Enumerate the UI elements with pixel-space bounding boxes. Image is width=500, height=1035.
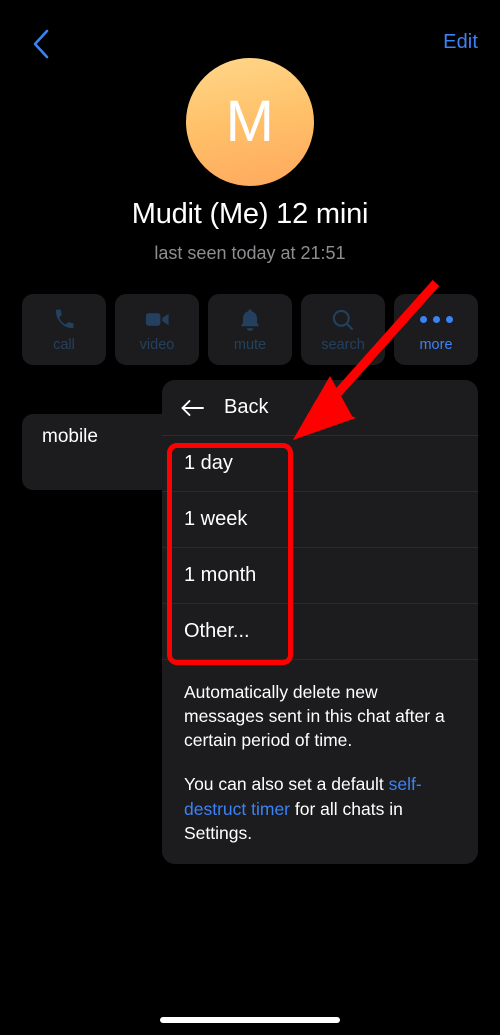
edit-button[interactable]: Edit — [443, 32, 478, 52]
last-seen-status: last seen today at 21:51 — [154, 243, 346, 263]
video-button[interactable]: video — [115, 294, 199, 365]
contact-info-label: mobile — [42, 426, 98, 447]
phone-icon — [53, 307, 76, 333]
page-title: Mudit (Me) 12 mini — [131, 198, 369, 230]
chevron-left-icon — [32, 29, 49, 59]
call-button-label: call — [53, 336, 75, 353]
search-button-label: search — [321, 336, 365, 353]
popup-description: Automatically delete new messages sent i… — [162, 660, 478, 845]
menu-item-other[interactable]: Other... — [162, 604, 478, 660]
menu-item-label: 1 week — [184, 508, 248, 530]
menu-item-1-day[interactable]: 1 day — [162, 436, 478, 492]
popup-back-row[interactable]: Back — [162, 380, 478, 436]
popup-back-label: Back — [224, 396, 269, 418]
navigation-bar: Edit — [0, 0, 500, 64]
search-button[interactable]: search — [301, 294, 385, 365]
mute-button-label: mute — [233, 336, 267, 353]
call-button[interactable]: call — [22, 294, 106, 365]
bell-icon — [239, 307, 261, 333]
menu-item-label: Other... — [184, 620, 250, 642]
more-button-label: more — [419, 336, 453, 353]
arrow-left-icon — [180, 395, 206, 421]
menu-item-1-week[interactable]: 1 week — [162, 492, 478, 548]
description-text-pre: You can also set a default — [184, 774, 389, 795]
menu-item-1-month[interactable]: 1 month — [162, 548, 478, 604]
avatar-initial: M — [225, 89, 275, 154]
menu-item-label: 1 day — [184, 452, 233, 474]
menu-item-label: 1 month — [184, 564, 257, 586]
action-button-row: call video mute search more — [22, 294, 478, 365]
description-paragraph-1: Automatically delete new messages sent i… — [184, 682, 445, 751]
mute-button[interactable]: mute — [208, 294, 292, 365]
avatar[interactable]: M — [186, 58, 314, 186]
video-camera-icon — [145, 307, 170, 333]
more-button[interactable]: more — [394, 294, 478, 365]
description-paragraph-2: You can also set a default self-destruct… — [184, 772, 456, 844]
ellipsis-icon — [419, 307, 453, 333]
phone-screen: Edit M Mudit (Me) 12 mini last seen toda… — [0, 0, 500, 1035]
home-indicator — [160, 1017, 340, 1023]
video-button-label: video — [139, 336, 175, 353]
back-button[interactable] — [22, 26, 58, 62]
magnifier-icon — [331, 307, 355, 333]
auto-delete-popup-menu: Back 1 day 1 week 1 month Other... Autom… — [162, 380, 478, 864]
